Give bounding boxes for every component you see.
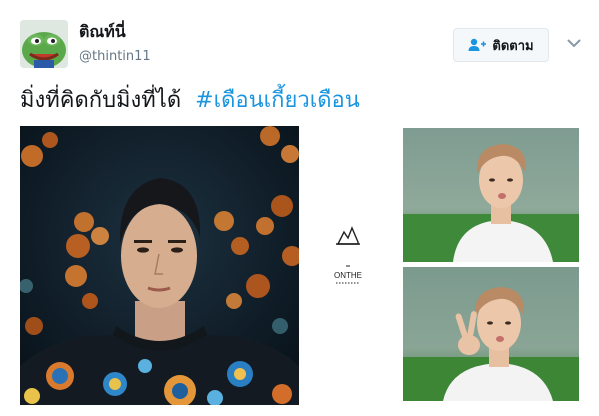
pouting-photo-top <box>403 128 579 262</box>
logo-text: ONTHE <box>334 271 362 280</box>
follow-button-label: ติดตาม <box>492 38 534 54</box>
building-logo-icon: ONTHE <box>334 226 362 284</box>
media-photo-bottom-right[interactable] <box>403 267 579 401</box>
more-options-caret[interactable] <box>565 36 583 50</box>
display-name[interactable]: ติณท์นี่ <box>79 20 126 45</box>
watermark-logo: ONTHE <box>330 222 366 286</box>
handle[interactable]: @thintin11 <box>79 49 151 64</box>
hashtag-link[interactable]: #เดือนเกี้ยวเดือน <box>195 88 360 113</box>
avatar[interactable] <box>20 20 68 68</box>
peace-sign-photo-bottom <box>403 267 579 401</box>
follow-button[interactable]: ติดตาม <box>453 28 549 62</box>
media-photo-main[interactable] <box>20 126 299 405</box>
media-photo-top-right[interactable] <box>403 128 579 262</box>
tweet-body: มิ่งที่คิดกับมิ่งที่ได้ <box>20 88 182 113</box>
portrait-photo <box>20 126 299 405</box>
add-user-icon <box>468 38 487 51</box>
frog-avatar-icon <box>20 20 68 68</box>
tweet-text: มิ่งที่คิดกับมิ่งที่ได้ #เดือนเกี้ยวเดือ… <box>20 86 360 116</box>
chevron-down-icon <box>567 39 581 47</box>
